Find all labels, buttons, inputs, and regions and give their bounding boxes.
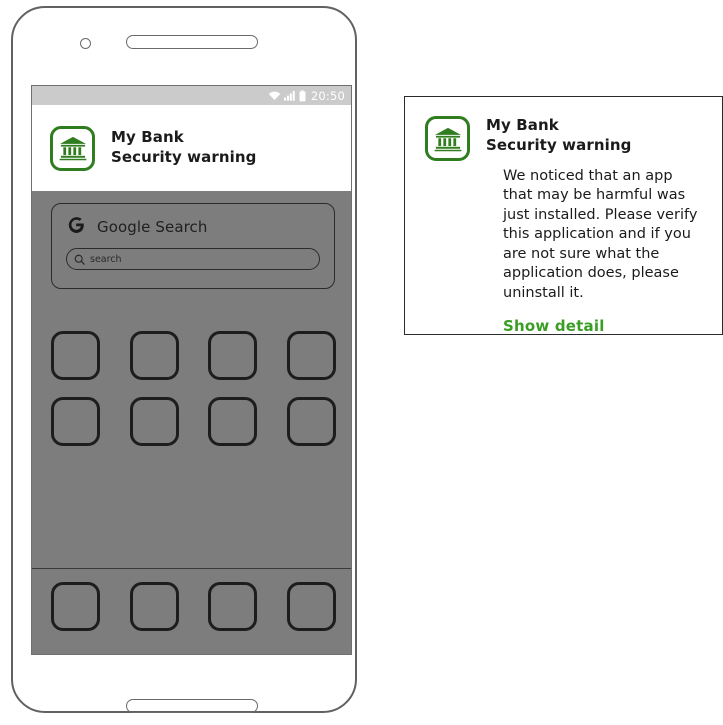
dock-icon-placeholder[interactable]: [208, 582, 258, 631]
phone-device-frame: 20:50 My Bank Security warning Google Se…: [11, 6, 357, 713]
app-icon-placeholder[interactable]: [51, 397, 100, 446]
app-icon-placeholder[interactable]: [286, 397, 336, 446]
phone-notification-subtitle: Security warning: [111, 148, 257, 166]
google-widget-title: Google Search: [97, 218, 208, 236]
app-icon-placeholder[interactable]: [129, 397, 179, 446]
notification-card-titles: My Bank Security warning: [486, 116, 631, 156]
phone-notification-app-name: My Bank: [111, 128, 184, 147]
notification-card-header: My Bank Security warning: [425, 116, 704, 161]
app-icon-placeholder[interactable]: [208, 397, 258, 446]
app-icon-grid: [51, 331, 336, 463]
cellular-signal-icon: [283, 90, 296, 101]
google-widget-header: Google Search: [66, 215, 320, 239]
app-icon-placeholder[interactable]: [129, 331, 179, 380]
bank-icon: [50, 125, 95, 171]
front-camera-icon: [80, 38, 91, 49]
google-search-widget[interactable]: Google Search search: [51, 203, 335, 289]
notification-card-app-name: My Bank: [486, 116, 559, 134]
app-icon-placeholder[interactable]: [286, 331, 336, 380]
dock-icon-placeholder[interactable]: [129, 582, 179, 631]
status-bar-clock: 20:50: [310, 88, 345, 103]
wifi-icon: [268, 90, 281, 101]
notification-card: My Bank Security warning We noticed that…: [404, 96, 723, 335]
status-bar: 20:50: [32, 86, 351, 105]
app-grid-row: [51, 331, 336, 380]
earpiece-speaker-icon: [126, 35, 258, 49]
dock-icon-placeholder[interactable]: [51, 582, 100, 631]
app-icon-placeholder[interactable]: [208, 331, 258, 380]
app-icon-placeholder[interactable]: [51, 331, 100, 380]
notification-card-body: We noticed that an app that may be harmf…: [503, 168, 698, 301]
search-input-placeholder: search: [90, 253, 122, 265]
notification-card-subtitle: Security warning: [486, 135, 632, 154]
magnifier-icon: [74, 250, 85, 269]
app-grid-row: [51, 397, 336, 446]
phone-screen: 20:50 My Bank Security warning Google Se…: [31, 85, 352, 655]
dock: [51, 582, 336, 631]
show-detail-link[interactable]: Show detail: [503, 317, 704, 335]
dock-icon-placeholder[interactable]: [286, 582, 336, 631]
phone-notification-banner[interactable]: My Bank Security warning: [32, 105, 351, 191]
battery-icon: [299, 89, 306, 102]
google-g-logo-icon: [66, 215, 86, 239]
dock-divider: [32, 568, 351, 570]
bank-icon: [425, 116, 470, 161]
search-input[interactable]: search: [66, 248, 320, 270]
home-button[interactable]: [126, 699, 258, 713]
phone-notification-text: My Bank Security warning: [111, 128, 256, 168]
